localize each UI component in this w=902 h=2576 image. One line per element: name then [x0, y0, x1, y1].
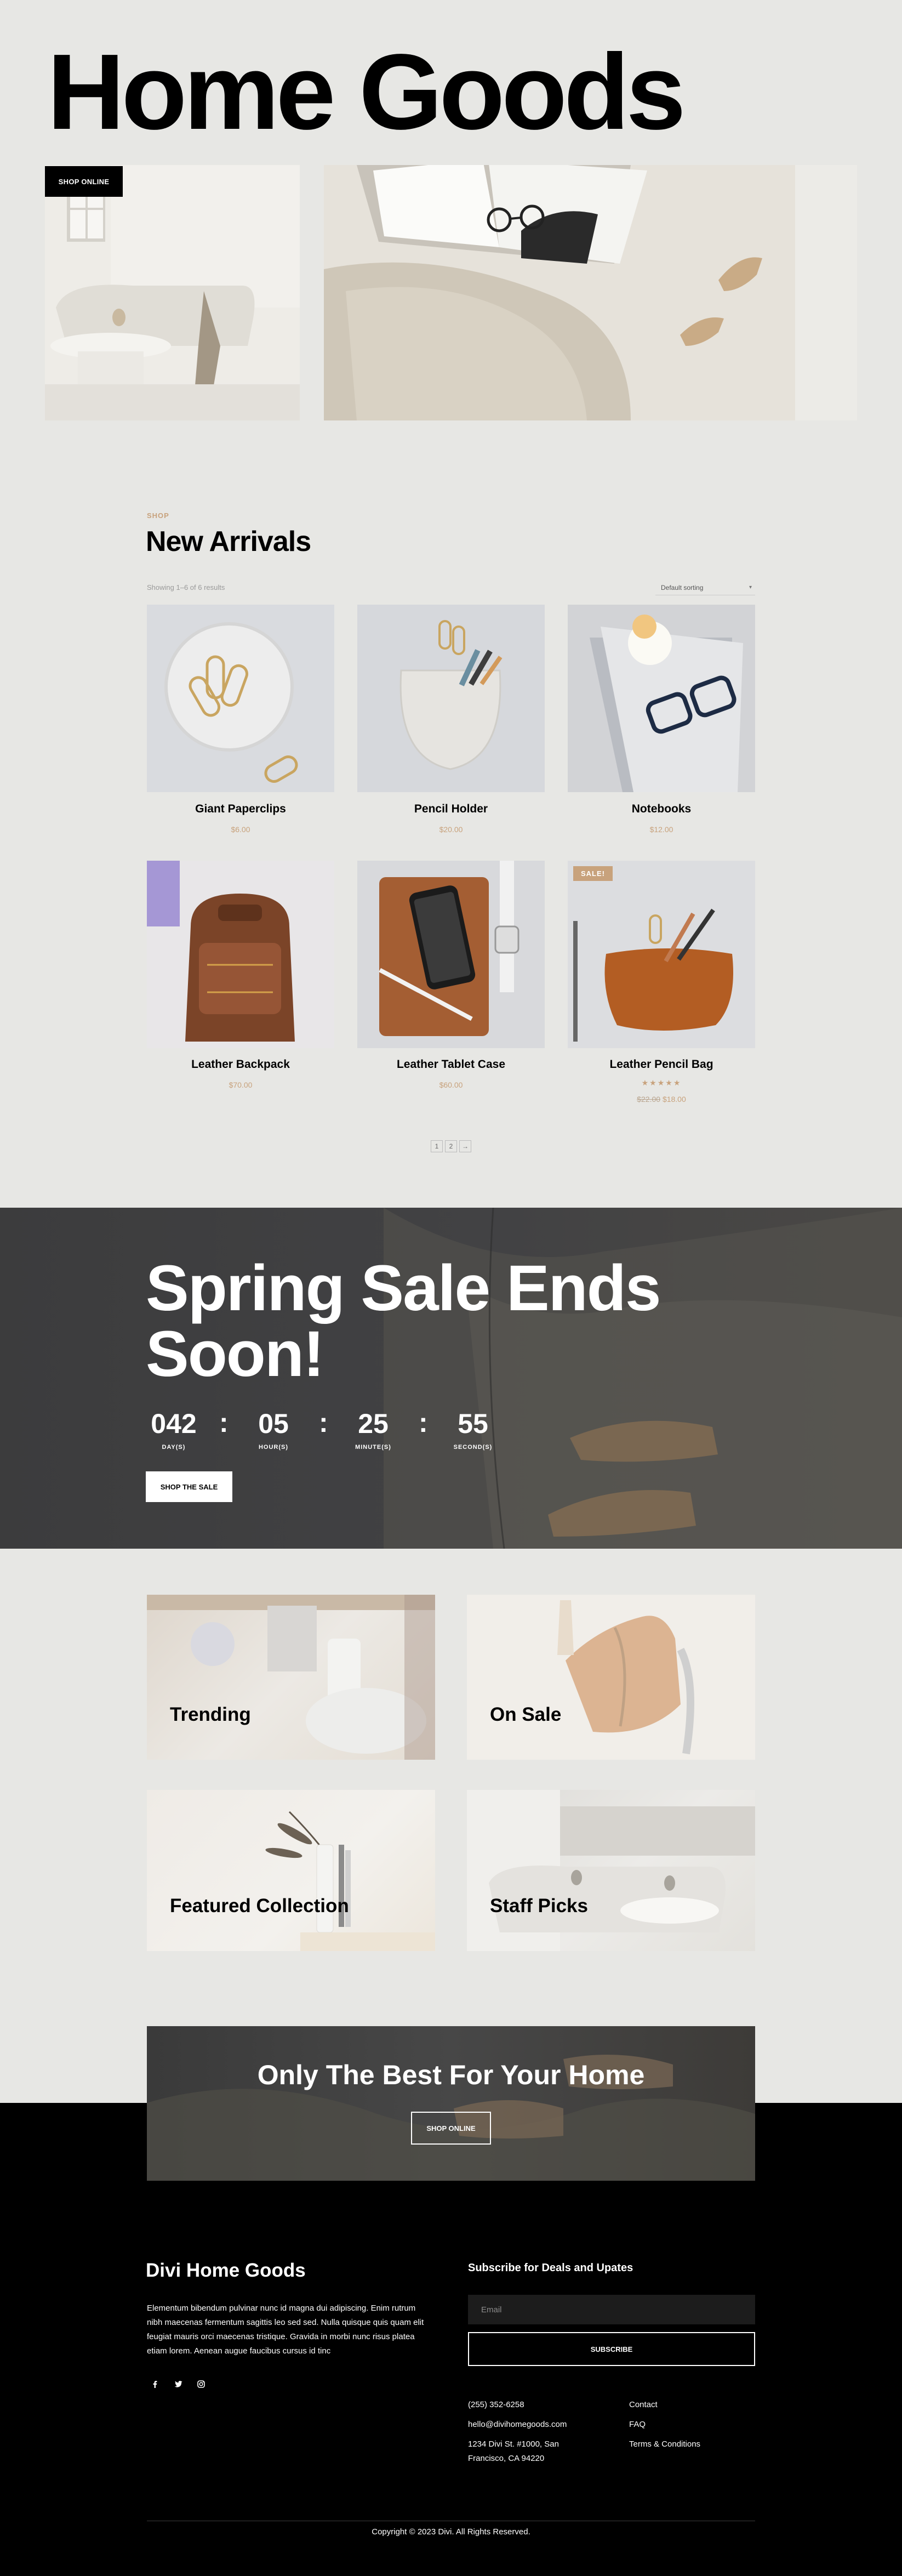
product-price: $20.00 — [439, 825, 463, 834]
product-price: $6.00 — [231, 825, 250, 834]
star-icon: ★ — [673, 1078, 682, 1087]
cta-banner — [147, 2026, 755, 2181]
countdown-separator: : — [419, 1407, 428, 1438]
footer-link-terms[interactable]: Terms & Conditions — [629, 2437, 700, 2452]
countdown-hours-value: 05 — [258, 1408, 289, 1439]
pagination: 1 2 → — [431, 1140, 471, 1152]
product-old-price: $22.00 — [637, 1095, 661, 1104]
countdown-days-value: 042 — [151, 1408, 197, 1439]
countdown-separator: : — [219, 1407, 229, 1438]
product-name[interactable]: Leather Tablet Case — [357, 1058, 545, 1071]
star-icon: ★ — [665, 1078, 673, 1087]
footer-about-text: Elementum bibendum pulvinar nunc id magn… — [147, 2304, 424, 2356]
category-tile-on-sale[interactable]: On Sale — [467, 1595, 755, 1760]
result-count: Showing 1–6 of 6 results — [147, 583, 225, 592]
page-1-button[interactable]: 1 — [431, 1140, 443, 1152]
product-image-leather-tablet-case[interactable] — [357, 861, 545, 1048]
countdown-days-label: DAY(S) — [162, 1444, 186, 1451]
shop-online-button[interactable]: SHOP ONLINE — [45, 166, 123, 197]
product-image-giant-paperclips[interactable] — [147, 605, 334, 792]
sort-select[interactable]: Default sorting ▾ — [655, 580, 755, 595]
category-tile-featured-collection[interactable]: Featured Collection — [147, 1790, 435, 1951]
product-image-leather-pencil-bag[interactable] — [568, 861, 755, 1048]
product-price: $18.00 — [662, 1095, 686, 1104]
rating-stars: ★★★★★ — [568, 1078, 755, 1088]
section-title-new-arrivals: New Arrivals — [146, 526, 311, 558]
product-name[interactable]: Leather Pencil Bag — [568, 1058, 755, 1071]
instagram-icon[interactable] — [193, 2376, 209, 2392]
category-label: Featured Collection — [170, 1895, 349, 1917]
footer-email[interactable]: hello@divihomegoods.com — [468, 2418, 567, 2432]
social-links — [147, 2376, 209, 2392]
countdown-seconds-label: SECOND(S) — [453, 1444, 493, 1451]
subscribe-title: Subscribe for Deals and Upates — [468, 2262, 633, 2274]
footer-address: 1234 Divi St. #1000, San Francisco, CA 9… — [468, 2439, 559, 2463]
sort-select-value: Default sorting — [661, 583, 704, 592]
countdown-minutes-value: 25 — [358, 1408, 389, 1439]
product-image-notebooks[interactable] — [568, 605, 755, 792]
sale-badge: SALE! — [573, 866, 613, 881]
subscribe-button[interactable]: SUBSCRIBE — [468, 2332, 755, 2366]
footer-brand: Divi Home Goods — [146, 2260, 306, 2281]
shop-eyebrow: SHOP — [147, 511, 169, 520]
category-label: On Sale — [490, 1704, 562, 1725]
facebook-icon[interactable] — [147, 2376, 163, 2392]
countdown-seconds-value: 55 — [458, 1408, 488, 1439]
page-2-button[interactable]: 2 — [445, 1140, 457, 1152]
category-tile-staff-picks[interactable]: Staff Picks — [467, 1790, 755, 1951]
category-label: Staff Picks — [490, 1895, 588, 1917]
product-name[interactable]: Giant Paperclips — [147, 803, 334, 816]
product-name[interactable]: Pencil Holder — [357, 803, 545, 816]
hero-image-notebook-glasses — [324, 165, 857, 420]
cta-title: Only The Best For Your Home — [257, 2060, 645, 2090]
category-label: Trending — [170, 1704, 251, 1725]
star-icon: ★ — [657, 1078, 666, 1087]
sale-title: Spring Sale Ends Soon! — [146, 1252, 661, 1391]
countdown-minutes-label: MINUTE(S) — [355, 1444, 391, 1451]
product-image-pencil-holder[interactable] — [357, 605, 545, 792]
product-price: $12.00 — [649, 825, 673, 834]
shop-the-sale-button[interactable]: SHOP THE SALE — [146, 1471, 232, 1502]
copyright: Copyright © 2023 Divi. All Rights Reserv… — [372, 2527, 530, 2537]
email-field[interactable] — [468, 2295, 755, 2324]
cta-shop-online-button[interactable]: SHOP ONLINE — [411, 2112, 491, 2145]
chevron-down-icon: ▾ — [749, 584, 752, 590]
footer-link-faq[interactable]: FAQ — [629, 2418, 646, 2432]
product-name[interactable]: Notebooks — [568, 803, 755, 816]
twitter-icon[interactable] — [170, 2376, 186, 2392]
hero-image-living-room — [45, 165, 300, 420]
star-icon: ★ — [641, 1078, 650, 1087]
footer-phone[interactable]: (255) 352-6258 — [468, 2398, 524, 2412]
product-price: $70.00 — [229, 1081, 253, 1089]
product-image-leather-backpack[interactable] — [147, 861, 334, 1048]
next-page-button[interactable]: → — [459, 1140, 471, 1152]
product-name[interactable]: Leather Backpack — [147, 1058, 334, 1071]
product-price: $60.00 — [439, 1081, 463, 1089]
footer-link-contact[interactable]: Contact — [629, 2398, 658, 2412]
category-tile-trending[interactable]: Trending — [147, 1595, 435, 1760]
star-icon: ★ — [649, 1078, 658, 1087]
countdown-hours-label: HOUR(S) — [258, 1444, 289, 1451]
countdown-separator: : — [319, 1407, 328, 1438]
page-title: Home Goods — [47, 32, 686, 152]
product-price-group: $22.00 $18.00 — [568, 1095, 755, 1104]
